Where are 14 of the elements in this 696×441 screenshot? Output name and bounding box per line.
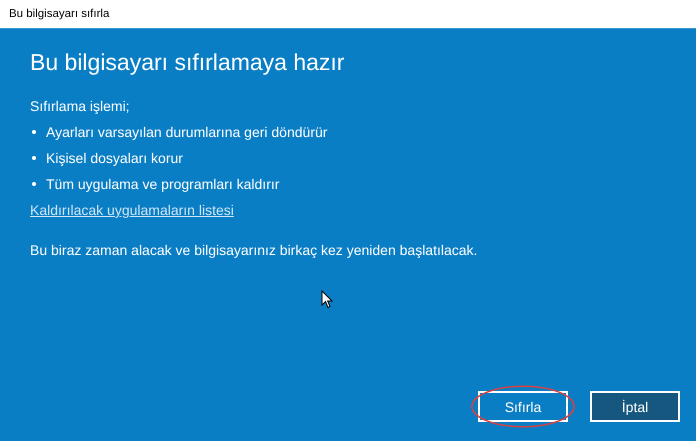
- mouse-pointer-icon: [321, 290, 333, 309]
- app-list-link[interactable]: Kaldırılacak uygulamaların listesi: [30, 202, 234, 218]
- list-item-text: Tüm uygulama ve programları kaldırır: [46, 175, 280, 194]
- cancel-button[interactable]: İptal: [590, 391, 680, 422]
- bullet-icon: [32, 182, 36, 186]
- bullet-icon: [32, 156, 36, 160]
- list-item-text: Ayarları varsayılan durumlarına geri döndürür: [46, 123, 328, 142]
- intro-text: Sıfırlama işlemi;: [30, 97, 130, 116]
- list-item-text: Kişisel dosyaları korur: [46, 149, 183, 168]
- dialog-heading: Bu bilgisayarı sıfırlamaya hazır: [30, 49, 344, 76]
- bullet-icon: [32, 130, 36, 134]
- reset-button[interactable]: Sıfırla: [478, 391, 568, 422]
- info-text: Bu biraz zaman alacak ve bilgisayarınız birkaç kez yeniden başlatılacak.: [30, 241, 478, 260]
- window-title: Bu bilgisayarı sıfırla: [9, 8, 110, 20]
